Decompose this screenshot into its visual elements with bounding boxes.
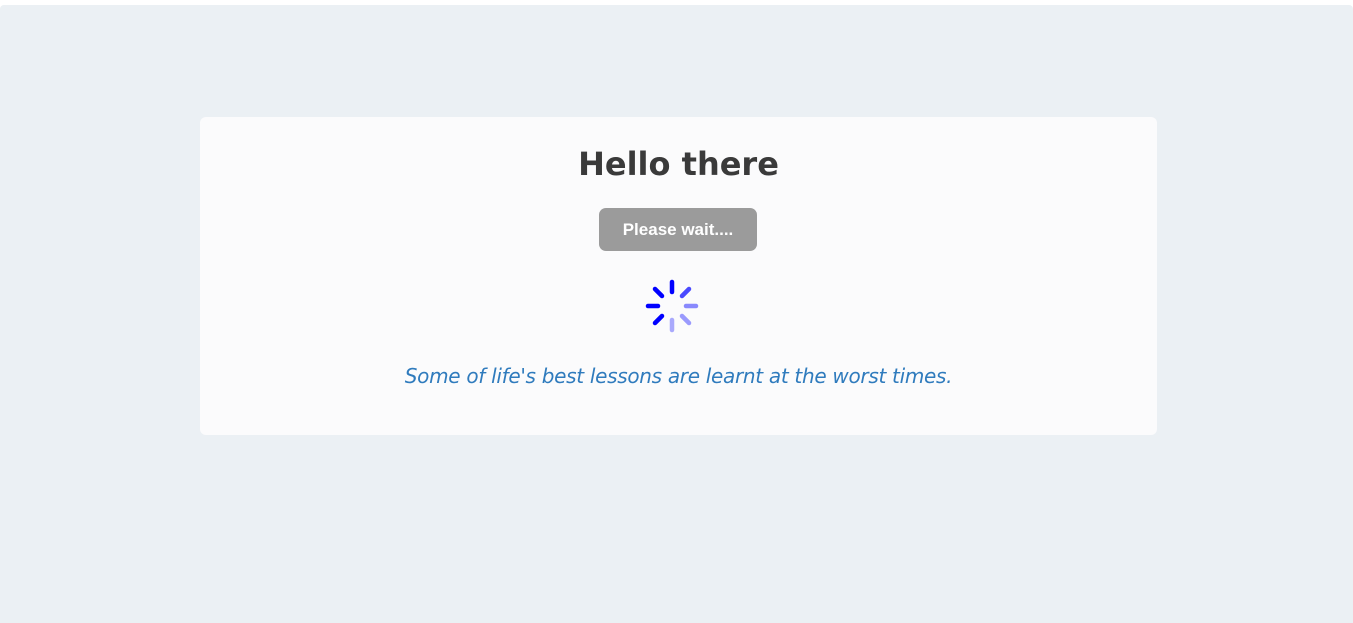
quote-text: Some of life's best lessons are learnt a… xyxy=(404,364,953,388)
spinner-bar-bottom-right xyxy=(679,313,692,326)
spinner-bar-bottom-left xyxy=(652,313,665,326)
page-title: Hello there xyxy=(578,145,779,183)
spinner-bar-top-right xyxy=(679,286,692,299)
page-background: Hello there Please wait.... Some of life… xyxy=(0,5,1353,623)
spinner-bar-top-left xyxy=(652,286,665,299)
please-wait-button[interactable]: Please wait.... xyxy=(599,208,757,251)
loading-spinner-icon xyxy=(645,279,699,333)
loading-card: Hello there Please wait.... Some of life… xyxy=(200,117,1157,435)
